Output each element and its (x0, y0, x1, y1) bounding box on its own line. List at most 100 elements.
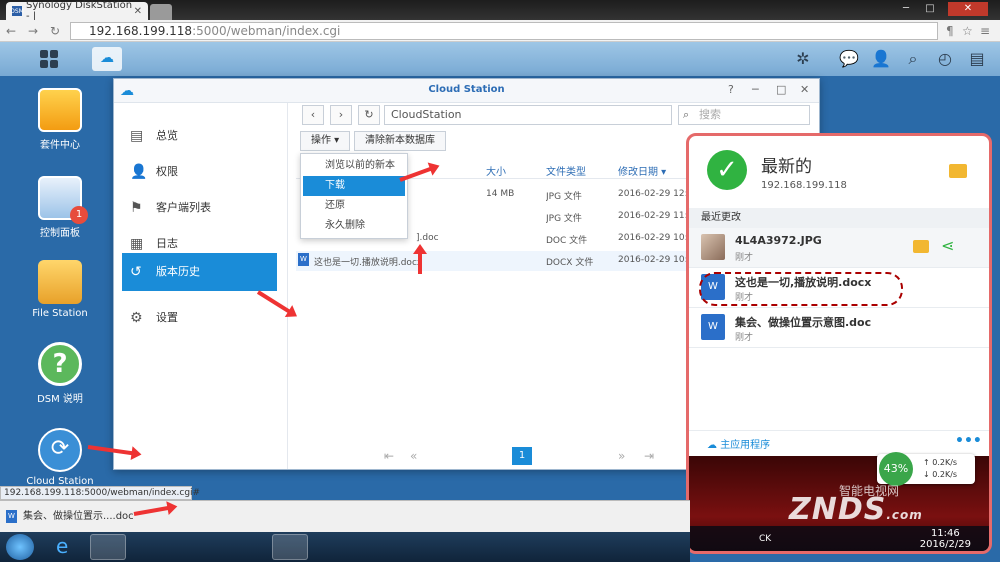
back-icon[interactable]: ← (6, 24, 16, 38)
desktop-icon-package-center[interactable]: 套件中心 (20, 88, 100, 151)
input-method-indicator[interactable]: CK (759, 534, 771, 544)
current-page[interactable]: 1 (512, 447, 532, 465)
address-bar[interactable]: 192.168.199.118:5000/webman/index.cgi (70, 22, 938, 40)
maximize-button[interactable]: □ (776, 83, 786, 96)
dashboard-icon[interactable]: ◴ (934, 49, 956, 69)
download-shelf: W 集会、做操位置示....doc (0, 500, 690, 532)
sidebar-item-label: 客户端列表 (156, 201, 211, 214)
column-date[interactable]: 修改日期 ▾ (618, 163, 666, 178)
image-thumbnail (701, 234, 725, 260)
sidebar-item-permissions[interactable]: 👤 权限 (122, 155, 277, 189)
help-button[interactable]: ? (728, 83, 734, 96)
desktop-icon-control-panel[interactable]: 1 控制面板 (20, 176, 100, 239)
desktop-icon-cloud-station[interactable]: ⟳ Cloud Station (20, 428, 100, 487)
star-icon[interactable]: ☆ (962, 24, 973, 38)
chrome-taskbar-icon[interactable] (272, 534, 308, 560)
file-type: JPG 文件 (546, 214, 582, 224)
window-titlebar[interactable]: ☁ Cloud Station ? ─ □ ✕ (114, 79, 819, 103)
page-icon[interactable]: ¶ (946, 24, 954, 38)
network-speed-widget[interactable]: 43% ↑ 0.2K/s ↓ 0.2K/s (877, 452, 975, 486)
windows-taskbar: e (0, 532, 690, 562)
menu-item-browse-versions[interactable]: 浏览以前的新本 (303, 156, 405, 176)
search-input[interactable]: ⌕ 搜索 (678, 105, 810, 125)
browser-tab[interactable]: DSM Synology DiskStation - | ✕ (6, 0, 148, 22)
clock-date: 2016/2/29 (919, 539, 971, 550)
url-path: :5000/webman/index.cgi (192, 24, 341, 38)
main-menu-icon[interactable] (40, 50, 58, 68)
clear-database-button[interactable]: 清除新本数据库 (354, 131, 446, 151)
cloud-station-notification-panel: ✓ 最新的 192.168.199.118 最近更改 4L4A3972.JPG … (686, 133, 992, 554)
action-button[interactable]: 操作 ▾ (300, 131, 351, 151)
explorer-taskbar-icon[interactable] (90, 534, 126, 560)
desktop-icon-file-station[interactable]: File Station (20, 260, 100, 319)
sidebar-item-version-history[interactable]: ↺ 版本历史 (122, 253, 277, 291)
chat-icon[interactable]: 💬 (838, 49, 860, 69)
ie-taskbar-icon[interactable]: e (48, 534, 84, 560)
forward-button[interactable]: › (330, 105, 352, 125)
server-ip: 192.168.199.118 (761, 180, 847, 191)
desktop-icon-label: 套件中心 (40, 140, 80, 151)
word-doc-icon: W (6, 509, 17, 523)
music-taskbar-icon[interactable] (228, 534, 264, 560)
share-icon[interactable]: ⋖ (941, 236, 954, 255)
minimize-button[interactable]: ─ (752, 83, 759, 96)
check-icon: ✓ (707, 150, 747, 190)
download-speed: ↓ 0.2K/s (923, 470, 958, 479)
menu-icon[interactable]: ≡ (980, 24, 990, 38)
desktop-icon-dsm-help[interactable]: ? DSM 说明 (20, 342, 100, 405)
main-app-link[interactable]: ☁ 主应用程序 (707, 436, 770, 451)
sidebar-item-overview[interactable]: ▤ 总览 (122, 119, 277, 153)
minimize-window-button[interactable]: ─ (896, 2, 916, 16)
prev-page-icon[interactable]: « (410, 449, 417, 463)
list-item[interactable]: W 集会、做操位置示意图.doc 刚才 (689, 308, 989, 348)
widgets-icon[interactable]: ▤ (966, 49, 988, 69)
sync-status-icon[interactable]: ✲ (792, 49, 814, 69)
file-type: JPG 文件 (546, 192, 582, 202)
column-size[interactable]: 大小 (486, 163, 506, 178)
folder-icon[interactable] (913, 240, 929, 253)
next-page-icon[interactable]: » (618, 449, 625, 463)
action-menu: 浏览以前的新本 下载 还原 永久删除 (300, 153, 408, 239)
forward-icon[interactable]: → (28, 24, 38, 38)
list-item[interactable]: 4L4A3972.JPG 刚才 ⋖ (689, 228, 989, 268)
item-time: 刚才 (735, 253, 754, 263)
sidebar-item-label: 日志 (156, 237, 178, 250)
back-button[interactable]: ‹ (302, 105, 324, 125)
path-field[interactable]: CloudStation (384, 105, 672, 125)
tool-taskbar-icon[interactable] (186, 534, 222, 560)
sidebar-item-settings[interactable]: ⚙ 设置 (122, 301, 277, 335)
desktop-icon-label: File Station (32, 308, 88, 319)
reload-icon[interactable]: ↻ (50, 24, 60, 38)
user-icon[interactable]: 👤 (870, 49, 892, 69)
clock[interactable]: 11:46 2016/2/29 (920, 528, 971, 550)
folder-icon[interactable] (949, 164, 967, 178)
upload-speed-value: 0.2K/s (932, 458, 958, 467)
ie-icon: e (56, 534, 69, 558)
cloud-station-taskbar-button[interactable]: ☁ (92, 47, 122, 71)
close-tab-icon[interactable]: ✕ (134, 6, 142, 17)
refresh-button[interactable]: ↻ (358, 105, 380, 125)
watermark-com: .com (886, 508, 923, 522)
file-type: DOC 文件 (546, 236, 588, 246)
media-player-taskbar-icon[interactable] (132, 534, 168, 560)
menu-item-delete-permanently[interactable]: 永久删除 (303, 216, 405, 236)
sidebar-item-client-list[interactable]: ⚑ 客户端列表 (122, 191, 277, 225)
new-tab-button[interactable] (150, 4, 172, 20)
url-host: 192.168.199.118 (89, 24, 193, 38)
more-icon[interactable]: ••• (955, 433, 982, 449)
menu-item-download[interactable]: 下载 (303, 176, 405, 196)
gear-icon: ⚙ (130, 310, 143, 326)
system-tray: CK 11:46 2016/2/29 (689, 526, 989, 551)
item-name: 集会、做操位置示意图.doc (735, 316, 872, 329)
search-icon[interactable]: ⌕ (902, 49, 924, 69)
last-page-icon[interactable]: ⇥ (644, 449, 654, 463)
first-page-icon[interactable]: ⇤ (384, 449, 394, 463)
column-date-label: 修改日期 (618, 167, 658, 178)
menu-item-restore[interactable]: 还原 (303, 196, 405, 216)
column-type[interactable]: 文件类型 (546, 163, 586, 178)
maximize-window-button[interactable]: □ (920, 2, 940, 16)
close-button[interactable]: ✕ (800, 83, 809, 96)
start-button[interactable] (6, 534, 34, 560)
download-item[interactable]: W 集会、做操位置示....doc (6, 507, 134, 523)
close-window-button[interactable]: ✕ (948, 2, 988, 16)
